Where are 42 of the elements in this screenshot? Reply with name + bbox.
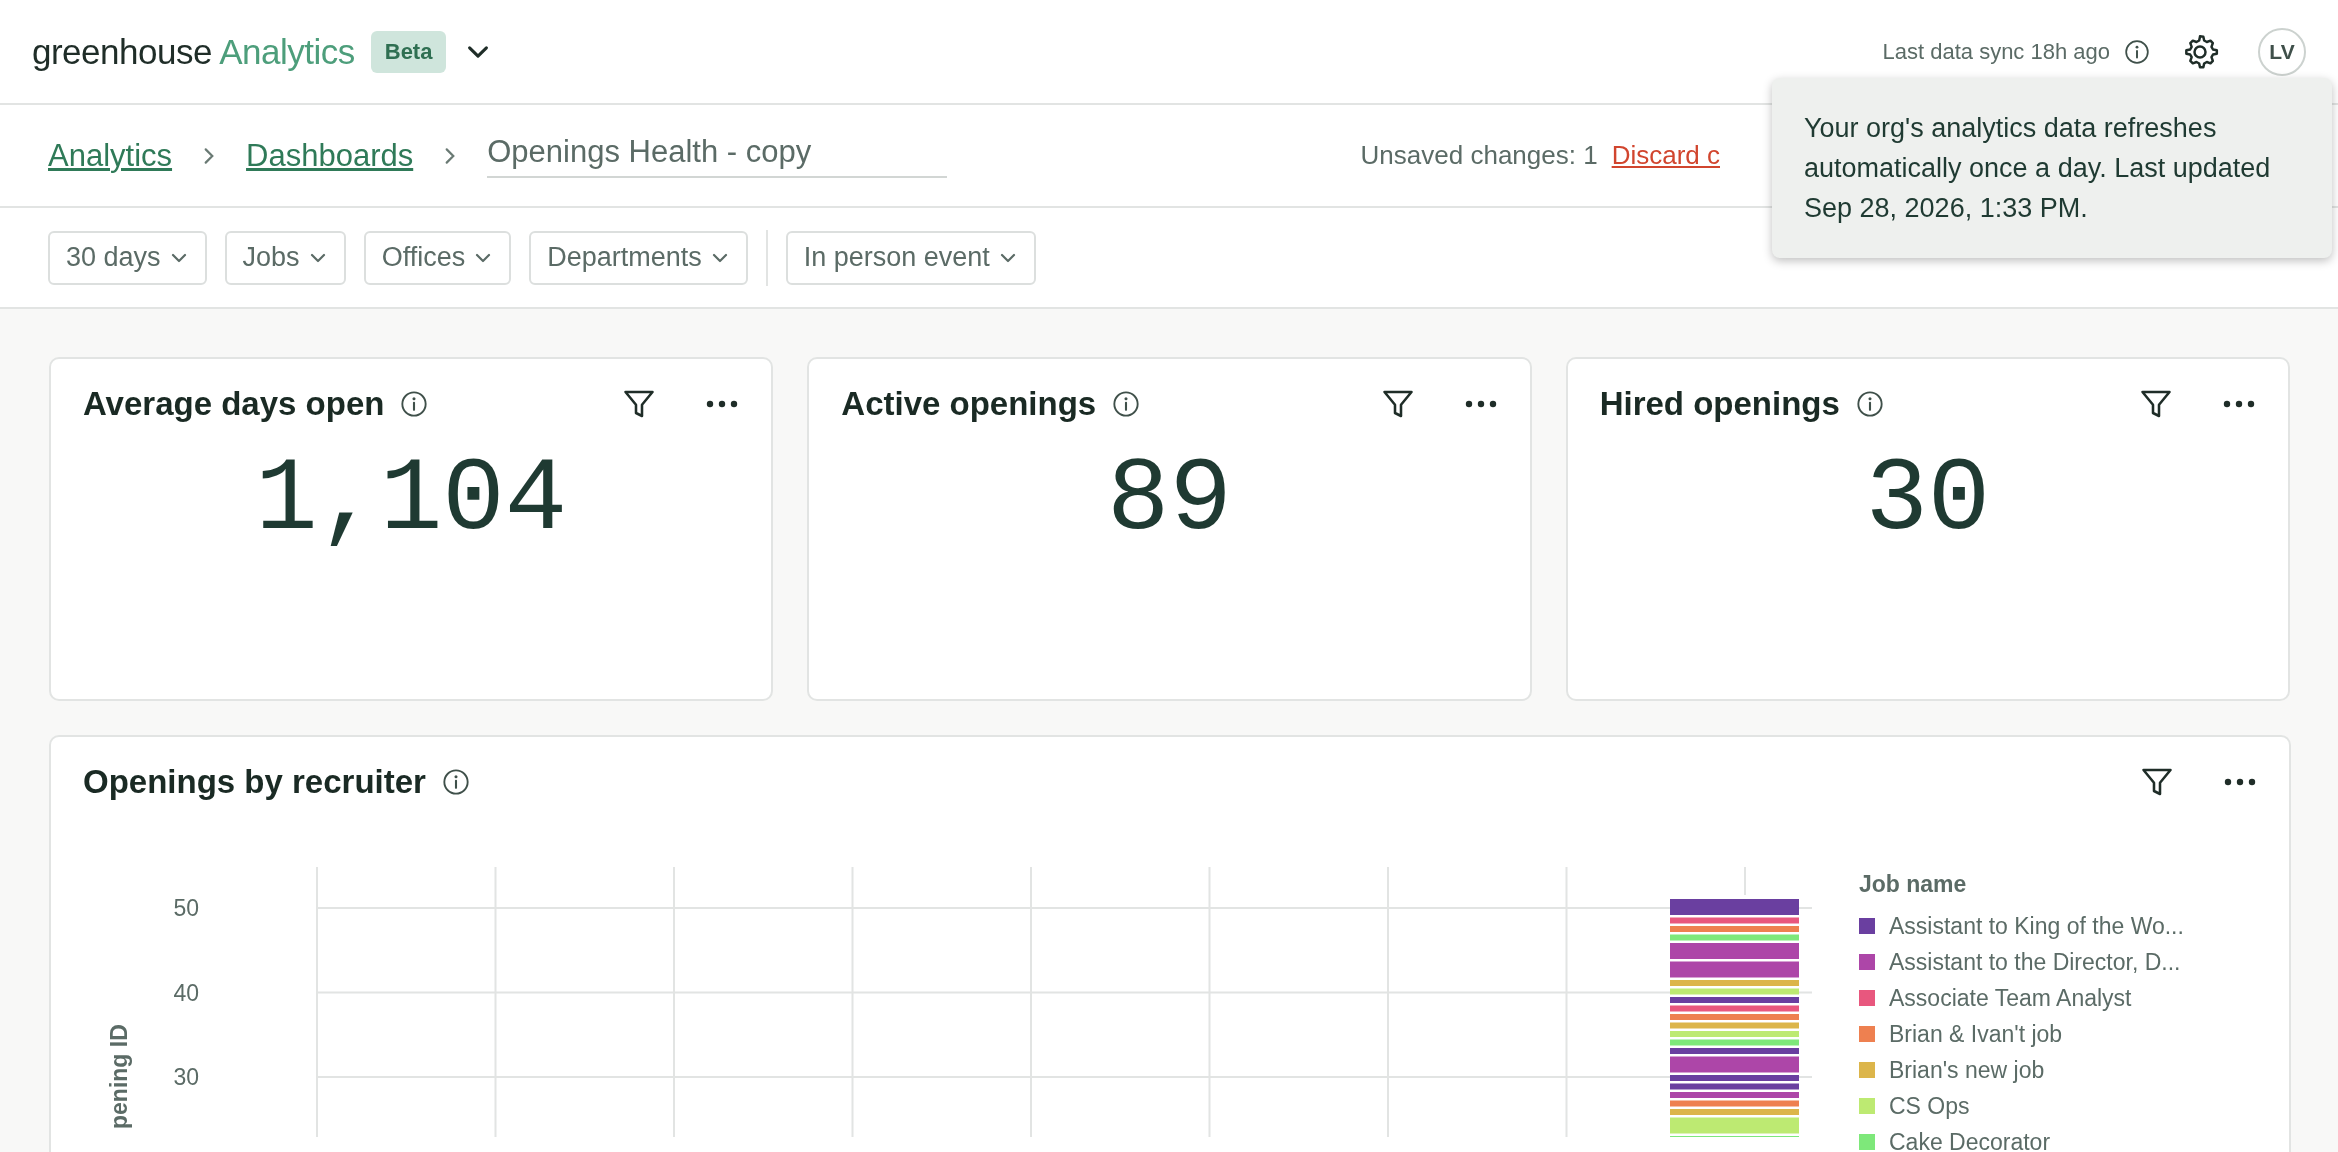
legend-label: Cake Decorator xyxy=(1889,1128,2051,1152)
breadcrumb-link[interactable]: Dashboards xyxy=(246,137,414,174)
filter-dropdown[interactable]: In person event xyxy=(785,230,1036,285)
legend-label: Assistant to the Director, D... xyxy=(1889,948,2181,976)
info-icon[interactable] xyxy=(441,768,470,796)
legend-label: Assistant to King of the Wo... xyxy=(1889,912,2184,940)
card-title: Hired openings xyxy=(1599,385,1840,423)
more-options-icon[interactable] xyxy=(1463,399,1498,409)
metric-value: 89 xyxy=(1106,441,1233,559)
card-title: Active openings xyxy=(841,385,1097,423)
card-title: Openings by recruiter xyxy=(83,763,426,801)
legend-label: Associate Team Analyst xyxy=(1889,984,2132,1012)
y-axis-label: pening ID xyxy=(106,1024,132,1129)
dashboard-title-field[interactable]: Openings Health - copy xyxy=(487,133,948,178)
beta-badge: Beta xyxy=(370,30,447,73)
card-title: Average days open xyxy=(83,385,385,423)
y-axis-tick-label: 50 xyxy=(173,895,199,921)
info-icon[interactable] xyxy=(1112,390,1141,418)
info-icon[interactable] xyxy=(400,390,429,418)
app-logo[interactable]: greenhouse Analytics xyxy=(32,31,355,72)
info-icon[interactable] xyxy=(1855,390,1884,418)
filter-dropdown[interactable]: 30 days xyxy=(48,230,207,285)
legend-label: Brian & Ivan't job xyxy=(1889,1020,2063,1048)
y-axis-tick-label: 30 xyxy=(173,1064,199,1090)
breadcrumb-link[interactable]: Analytics xyxy=(48,137,173,174)
more-options-icon[interactable] xyxy=(705,399,740,409)
legend-title: Job name xyxy=(1859,871,1968,898)
legend-label: CS Ops xyxy=(1889,1092,1970,1120)
filter-dropdown[interactable]: Offices xyxy=(363,230,512,285)
more-options-icon[interactable] xyxy=(2223,777,2257,787)
user-avatar[interactable]: LV xyxy=(2258,27,2306,76)
unsaved-changes-text: Unsaved changes: 1 xyxy=(1360,140,1598,171)
legend-label: Brian's new job xyxy=(1889,1056,2045,1084)
info-icon[interactable] xyxy=(2124,38,2150,65)
tooltip: Your org's analytics data refreshes automatically once a day. Last updated Sep 28, 2026, 1:33 PM. xyxy=(1772,78,2332,258)
metric-value: 1,104 xyxy=(254,441,569,559)
y-axis-tick-label: 40 xyxy=(173,979,199,1006)
metric-value: 30 xyxy=(1864,441,1992,559)
filter-dropdown[interactable]: Departments xyxy=(529,230,748,285)
filter-dropdown[interactable]: Jobs xyxy=(224,230,346,285)
sync-status-text: Last data sync 18h ago xyxy=(1882,38,2110,65)
more-options-icon[interactable] xyxy=(2222,399,2256,409)
